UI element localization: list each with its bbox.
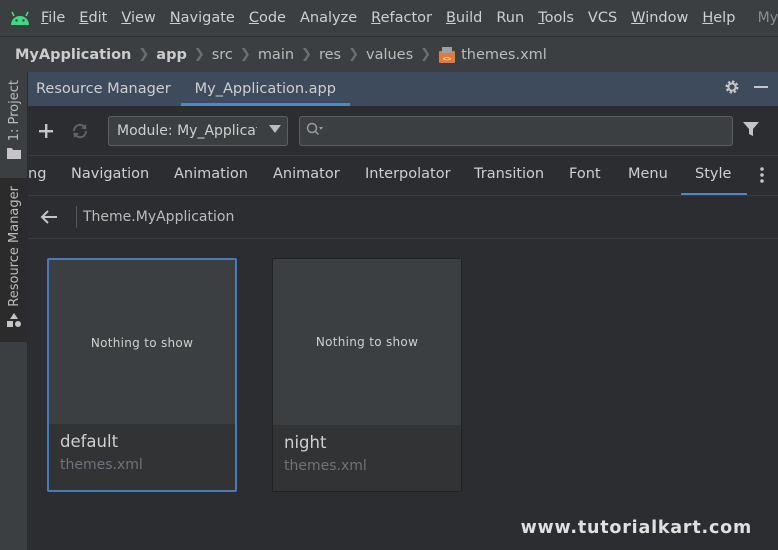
tab-my-application-app[interactable]: My_Application.app	[180, 72, 351, 106]
add-resource-button[interactable]	[34, 119, 58, 143]
menu-mnemonic: R	[371, 10, 381, 26]
resource-manager-tool-tab[interactable]: Resource Manager	[0, 178, 28, 342]
theme-title: Theme.MyApplication	[83, 209, 235, 225]
tool-window-header: Resource Manager My_Application.app	[28, 72, 778, 106]
resource-shapes-icon	[6, 312, 22, 331]
search-box[interactable]	[299, 115, 733, 146]
menu-mnemonic: B	[445, 10, 456, 26]
chevron-down-icon	[269, 124, 281, 133]
card-file: themes.xml	[60, 457, 143, 473]
resource-category-tabs: ng Navigation Animation Animator Interpo…	[28, 156, 778, 196]
menu-file[interactable]: File	[34, 10, 72, 26]
menu-mnemonic: C	[248, 10, 259, 26]
menu-mnemonic: W	[631, 10, 646, 26]
refresh-icon[interactable]	[68, 119, 92, 143]
tool-window-actions	[724, 72, 768, 106]
menu-code[interactable]: Code	[242, 10, 293, 26]
divider	[76, 206, 77, 228]
breadcrumb-res[interactable]: res	[319, 47, 341, 63]
tab-category-interpolator[interactable]: Interpolator	[365, 156, 451, 195]
menu-mnemonic: H	[702, 10, 714, 26]
menu-help[interactable]: Help	[695, 10, 742, 26]
tab-category-font[interactable]: Font	[569, 156, 601, 195]
folder-icon	[7, 147, 21, 163]
card-preview: Nothing to show	[273, 259, 461, 425]
breadcrumb-separator: ❯	[239, 47, 251, 62]
card-preview: Nothing to show	[49, 260, 235, 426]
android-studio-icon	[6, 0, 34, 36]
module-select-value: Module: My_Application	[117, 122, 257, 139]
card-name: night	[284, 433, 327, 452]
menu-mnemonic: T	[538, 10, 545, 26]
breadcrumb-main[interactable]: main	[258, 47, 294, 63]
card-name: default	[60, 432, 119, 451]
resource-path-bar: Theme.MyApplication	[28, 196, 778, 239]
tab-resource-manager[interactable]: Resource Manager	[28, 72, 179, 106]
module-select[interactable]: Module: My_Application	[108, 115, 288, 146]
tab-category-menu[interactable]: Menu	[628, 156, 668, 195]
resource-manager-tab-label: Resource Manager	[6, 186, 22, 307]
breadcrumb-separator: ❯	[193, 47, 205, 62]
menu-tools[interactable]: Tools	[531, 10, 581, 26]
back-arrow-icon[interactable]	[40, 207, 60, 227]
resource-grid: Nothing to show default themes.xml Nothi…	[28, 239, 778, 550]
menu-navigate[interactable]: Navigate	[163, 10, 242, 26]
resource-card-night[interactable]: Nothing to show night themes.xml	[272, 258, 462, 492]
resource-card-default[interactable]: Nothing to show default themes.xml	[47, 258, 237, 492]
breadcrumb-separator: ❯	[348, 47, 359, 62]
breadcrumb-values[interactable]: values	[366, 47, 413, 63]
menu-mnemonic: F	[41, 10, 49, 26]
menu-vcs[interactable]: VCS	[581, 10, 624, 26]
card-file: themes.xml	[284, 458, 367, 474]
breadcrumb-module[interactable]: app	[156, 47, 187, 63]
menu-mnemonic: N	[169, 10, 181, 26]
resource-toolbar: Module: My_Application	[28, 106, 778, 156]
tab-category-transition[interactable]: Transition	[474, 156, 544, 195]
breadcrumb: MyApplication ❯ app ❯ src ❯ main ❯ res ❯…	[0, 36, 778, 72]
project-tool-tab[interactable]: 1: Project	[0, 80, 28, 166]
menu-refactor[interactable]: Refactor	[364, 10, 439, 26]
tab-category-animation[interactable]: Animation	[174, 156, 248, 195]
filter-icon[interactable]	[743, 121, 759, 141]
watermark-text: www.tutorialkart.com	[520, 518, 752, 538]
svg-text:<>: <>	[443, 55, 451, 63]
breadcrumb-src[interactable]: src	[212, 47, 233, 63]
menu-edit[interactable]: Edit	[72, 10, 114, 26]
tab-category-style[interactable]: Style	[680, 156, 749, 195]
menu-build[interactable]: Build	[439, 10, 489, 26]
project-tab-label: 1: Project	[6, 80, 22, 142]
menu-bar: File Edit View Navigate Code Analyze Refactor B…	[0, 0, 778, 36]
search-icon	[306, 122, 324, 140]
more-vertical-icon[interactable]	[760, 166, 764, 188]
search-input[interactable]	[330, 122, 710, 139]
xml-file-icon: <>	[438, 46, 456, 64]
card-footer: night themes.xml	[273, 425, 461, 491]
menu-mnemonic: E	[79, 10, 89, 26]
breadcrumb-project[interactable]: MyApplication	[15, 47, 131, 63]
left-tool-strip: 1: Project Resource Manager	[0, 72, 28, 550]
menu-run[interactable]: Run	[489, 10, 531, 26]
card-footer: default themes.xml	[49, 424, 235, 490]
tab-category-animator[interactable]: Animator	[273, 156, 340, 195]
gear-icon[interactable]	[724, 79, 740, 99]
breadcrumb-separator: ❯	[138, 47, 150, 62]
menu-mnemonic: V	[121, 10, 131, 26]
breadcrumb-separator: ❯	[420, 47, 432, 62]
breadcrumb-file[interactable]: themes.xml	[461, 47, 547, 63]
menu-window[interactable]: Window	[624, 10, 695, 26]
breadcrumb-separator: ❯	[301, 47, 312, 62]
menu-overflow-text: My	[757, 10, 778, 26]
tab-category-navigation[interactable]: Navigation	[71, 156, 149, 195]
minimize-icon[interactable]	[754, 80, 768, 98]
menu-analyze[interactable]: Analyze	[293, 10, 364, 26]
tab-category-string[interactable]: ng	[28, 156, 46, 195]
menu-view[interactable]: View	[114, 10, 162, 26]
